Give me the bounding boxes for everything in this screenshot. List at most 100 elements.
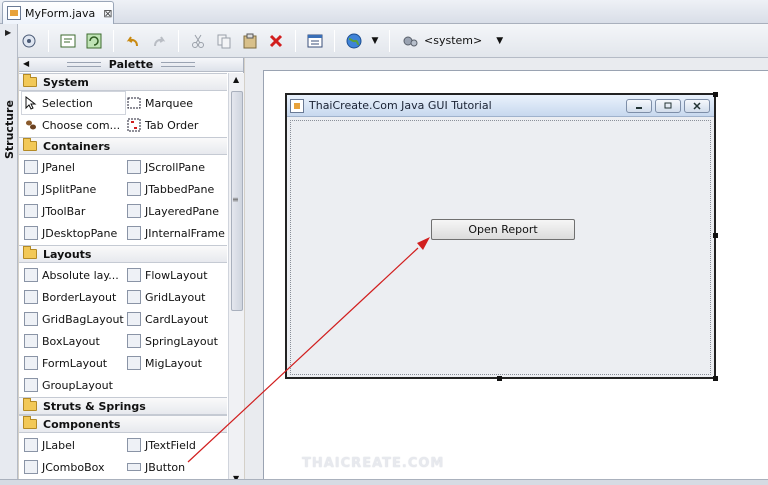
category-containers[interactable]: Containers	[19, 137, 227, 155]
palette-item-label: Selection	[42, 96, 93, 110]
resize-handle-right[interactable]	[713, 233, 718, 238]
palette-item-jtoolbar[interactable]: JToolBar	[22, 200, 125, 222]
test-gui-icon[interactable]	[18, 30, 40, 52]
palette-item-jcombobox[interactable]: JComboBox	[22, 456, 125, 478]
reparse-icon[interactable]	[83, 30, 105, 52]
editor-tab-bar: MyForm.java ⊠	[0, 0, 768, 24]
palette-item-jsplitpane[interactable]: JSplitPane	[22, 178, 125, 200]
palette-item-formlayout[interactable]: FormLayout	[22, 352, 125, 374]
palette-item-label: BorderLayout	[42, 290, 117, 304]
java-file-icon	[7, 6, 21, 20]
grouplayout-icon	[24, 378, 38, 392]
properties-icon[interactable]	[304, 30, 326, 52]
palette-item-tab-order[interactable]: Tab Order	[125, 114, 227, 136]
expand-arrow-icon[interactable]: ▶	[5, 28, 11, 37]
palette-item-springlayout[interactable]: SpringLayout	[125, 330, 227, 352]
palette-item-jtextfield[interactable]: JTextField	[125, 434, 227, 456]
undo-icon[interactable]	[122, 30, 144, 52]
palette-item-label: Marquee	[145, 96, 194, 110]
jlabel-icon	[24, 438, 38, 452]
palette-item-jlayeredpane[interactable]: JLayeredPane	[125, 200, 227, 222]
category-system[interactable]: System	[19, 73, 227, 91]
look-and-feel-value: <system>	[424, 34, 483, 47]
palette-item-jbutton[interactable]: JButton	[125, 456, 227, 478]
scroll-up-arrow-icon[interactable]: ▲	[233, 75, 239, 84]
structure-side-strip[interactable]: ▶ Structure	[0, 24, 18, 485]
switch-to-source-icon[interactable]	[57, 30, 79, 52]
scroll-grip-icon: ≡	[232, 195, 239, 204]
restore-icon	[664, 102, 672, 108]
palette-item-gridlayout[interactable]: GridLayout	[125, 286, 227, 308]
palette-item-label: CardLayout	[145, 312, 209, 326]
structure-label[interactable]: Structure	[3, 100, 16, 159]
designer-toolbar: ▼ <system> ▼	[0, 24, 768, 58]
jframe-preview[interactable]: ThaiCreate.Com Java GUI Tutorial Open Re…	[285, 93, 716, 379]
minimize-button[interactable]	[626, 98, 652, 113]
maximize-button[interactable]	[655, 98, 681, 113]
palette-item-jtabbedpane[interactable]: JTabbedPane	[125, 178, 227, 200]
collapse-palette-icon[interactable]: ◀	[23, 59, 29, 68]
jcombobox-icon	[24, 460, 38, 474]
palette-item-label: FormLayout	[42, 356, 108, 370]
category-layouts[interactable]: Layouts	[19, 245, 227, 263]
palette-item-gridbaglayout[interactable]: GridBagLayout	[22, 308, 125, 330]
look-and-feel-select[interactable]: <system> ▼	[402, 34, 503, 48]
palette-item-miglayout[interactable]: MigLayout	[125, 352, 227, 374]
jdesktoppane-icon	[24, 226, 38, 240]
palette-item-jdesktoppane[interactable]: JDesktopPane	[22, 222, 125, 244]
editor-tab-label: MyForm.java	[25, 6, 96, 20]
look-and-feel-globe-icon[interactable]	[343, 30, 365, 52]
close-tab-icon[interactable]: ⊠	[103, 7, 112, 20]
gridbaglayout-icon	[24, 312, 38, 326]
paste-icon[interactable]	[239, 30, 261, 52]
chevron-down-icon[interactable]: ▼	[496, 36, 503, 46]
cut-icon	[187, 30, 209, 52]
resize-handle-top-right[interactable]	[713, 92, 718, 97]
palette-item-label: GroupLayout	[42, 378, 113, 392]
palette-item-cardlayout[interactable]: CardLayout	[125, 308, 227, 330]
resize-handle-bottom-right[interactable]	[713, 376, 718, 381]
delete-icon[interactable]	[265, 30, 287, 52]
palette-scrollbar[interactable]: ▲ ≡ ▼	[228, 73, 244, 485]
flowlayout-icon	[127, 268, 141, 282]
open-report-button[interactable]: Open Report	[431, 219, 575, 240]
palette-item-absolute-layout[interactable]: Absolute lay...	[22, 264, 125, 286]
palette-item-label: BoxLayout	[42, 334, 100, 348]
category-components[interactable]: Components	[19, 415, 227, 433]
palette-item-jscrollpane[interactable]: JScrollPane	[125, 156, 227, 178]
palette-item-flowlayout[interactable]: FlowLayout	[125, 264, 227, 286]
palette-item-selection[interactable]: Selection	[21, 91, 126, 115]
palette-item-choose-component[interactable]: Choose com...	[22, 114, 125, 136]
palette-list: System Selection Marquee Choose com... T…	[19, 73, 227, 485]
palette-item-jpanel[interactable]: JPanel	[22, 156, 125, 178]
toolbar-separator	[334, 29, 335, 52]
globe-dropdown-arrow-icon[interactable]: ▼	[369, 30, 381, 52]
close-button[interactable]	[684, 98, 710, 113]
boxlayout-icon	[24, 334, 38, 348]
content-pane[interactable]: Open Report	[290, 120, 711, 375]
palette-item-grouplayout[interactable]: GroupLayout	[22, 374, 125, 396]
status-bar	[0, 479, 768, 485]
cardlayout-icon	[127, 312, 141, 326]
jpanel-icon	[24, 160, 38, 174]
palette-item-borderlayout[interactable]: BorderLayout	[22, 286, 125, 308]
palette-item-boxlayout[interactable]: BoxLayout	[22, 330, 125, 352]
palette-item-label: JLayeredPane	[145, 204, 220, 218]
header-grip-right	[161, 62, 196, 67]
minimize-icon	[636, 106, 642, 109]
palette-item-marquee[interactable]: Marquee	[125, 92, 227, 114]
toolbar-separator	[178, 29, 179, 52]
jlayeredpane-icon	[127, 204, 141, 218]
category-struts-springs[interactable]: Struts & Springs	[19, 397, 227, 415]
jtoolbar-icon	[24, 204, 38, 218]
palette-item-label: Choose com...	[42, 118, 121, 132]
palette-item-jlabel[interactable]: JLabel	[22, 434, 125, 456]
tab-order-icon	[127, 118, 141, 132]
watermark-text: THAICREATE.COM	[302, 456, 445, 471]
palette-panel: ◀ Palette System Selection Marquee Choos…	[19, 58, 244, 485]
resize-handle-bottom[interactable]	[497, 376, 502, 381]
editor-tab-myform[interactable]: MyForm.java ⊠	[2, 1, 114, 24]
palette-item-label: JTabbedPane	[145, 182, 215, 196]
form-titlebar[interactable]: ThaiCreate.Com Java GUI Tutorial	[287, 95, 714, 117]
palette-item-jinternalframe[interactable]: JInternalFrame	[125, 222, 227, 244]
